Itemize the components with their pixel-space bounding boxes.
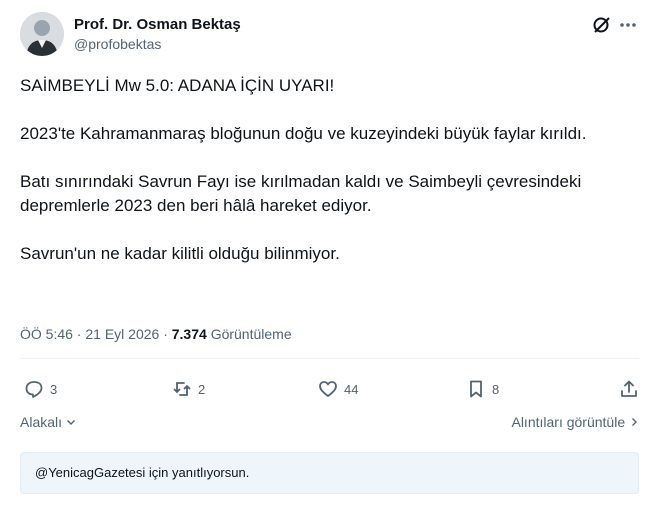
repost-button[interactable]: 2 xyxy=(172,376,205,402)
tweet-paragraph: SAİMBEYLİ Mw 5.0: ADANA İÇİN UYARI! xyxy=(20,76,335,95)
action-bar: 3 2 44 8 xyxy=(20,376,639,402)
like-icon xyxy=(319,381,337,397)
replying-to-banner[interactable]: @YenicagGazetesi için yanıtlıyorsun. xyxy=(20,452,639,494)
sort-dropdown[interactable]: Alakalı xyxy=(20,414,76,430)
share-button[interactable] xyxy=(619,376,639,402)
view-quotes-label: Alıntıları görüntüle xyxy=(511,414,626,430)
repost-count: 2 xyxy=(198,381,206,397)
chevron-down-icon xyxy=(66,420,75,425)
author-handle[interactable]: @profobektas xyxy=(74,36,161,52)
sort-label: Alakalı xyxy=(20,414,63,430)
tweet-paragraph: Batı sınırındaki Savrun Fayı ise kırılma… xyxy=(20,172,582,215)
replies-controls: Alakalı Alıntıları görüntüle xyxy=(20,414,639,434)
bookmark-count: 8 xyxy=(492,381,500,397)
bookmark-icon xyxy=(470,380,482,398)
view-quotes-link[interactable]: Alıntıları görüntüle xyxy=(511,414,639,430)
views-count: 7.374 xyxy=(171,326,207,342)
author-name[interactable]: Prof. Dr. Osman Bektaş xyxy=(74,16,241,33)
tweet-time[interactable]: ÖÖ 5:46 · 21 Eyl 2026 · xyxy=(20,326,168,342)
bookmark-button[interactable]: 8 xyxy=(466,376,499,402)
tweet-paragraph: 2023'te Kahramanmaraş bloğunun doğu ve k… xyxy=(20,124,587,143)
repost-icon xyxy=(173,382,191,396)
share-icon xyxy=(621,380,637,397)
tweet-paragraph: Savrun'un ne kadar kilitli olduğu bilinm… xyxy=(20,244,340,263)
more-icon[interactable] xyxy=(617,14,639,36)
tweet-meta: ÖÖ 5:46 · 21 Eyl 2026 · 7.374 Görüntülem… xyxy=(20,326,292,342)
reply-button[interactable]: 3 xyxy=(24,376,57,402)
avatar[interactable] xyxy=(20,12,64,56)
replying-to-text: @YenicagGazetesi için yanıtlıyorsun. xyxy=(35,465,250,480)
tweet-header: Prof. Dr. Osman Bektaş @profobektas xyxy=(20,12,639,58)
like-count: 44 xyxy=(344,381,359,397)
views-label: Görüntüleme xyxy=(210,326,292,342)
grok-icon[interactable] xyxy=(591,14,613,36)
divider xyxy=(20,358,639,359)
reply-count: 3 xyxy=(50,381,58,397)
reply-icon xyxy=(25,381,43,398)
like-button[interactable]: 44 xyxy=(318,376,358,402)
chevron-right-icon xyxy=(632,418,637,426)
tweet-text: SAİMBEYLİ Mw 5.0: ADANA İÇİN UYARI! 2023… xyxy=(20,74,630,290)
